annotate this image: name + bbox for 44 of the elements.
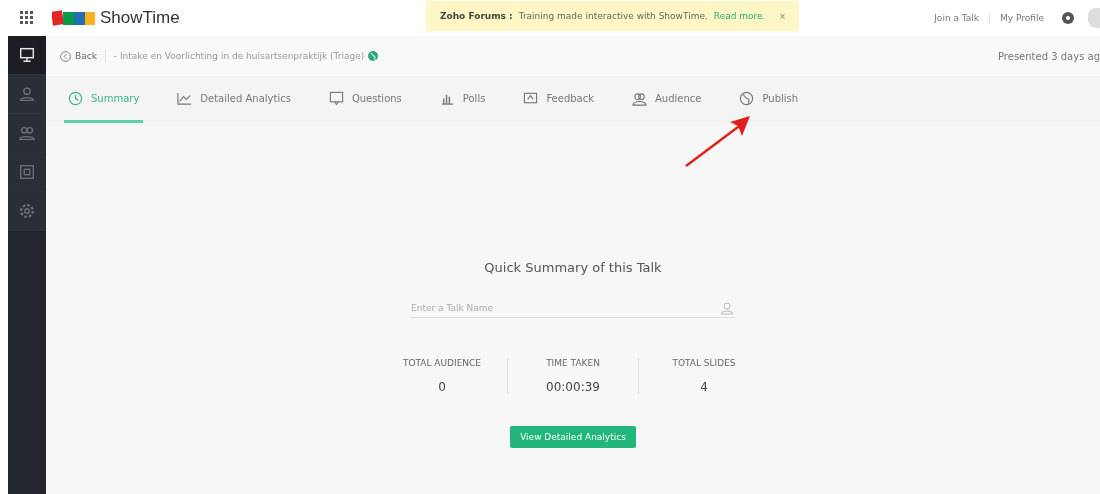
group-icon — [18, 124, 36, 142]
header-link[interactable]: My Profile — [989, 13, 1054, 23]
tab[interactable]: Detailed Analytics — [173, 76, 295, 123]
stat-value: 00:00:39 — [546, 380, 600, 394]
user-icon — [18, 85, 36, 103]
logo-icon — [52, 9, 96, 27]
back-icon — [60, 50, 71, 62]
stat-value: 4 — [700, 380, 708, 394]
tab[interactable]: Feedback — [519, 76, 598, 123]
stat-label: TOTAL AUDIENCE — [402, 358, 482, 368]
presentation-icon — [18, 46, 36, 64]
close-button[interactable]: × — [779, 10, 786, 22]
read-more-link[interactable]: Read more. — [713, 11, 766, 21]
tab[interactable]: Audience — [628, 76, 706, 123]
tab[interactable]: Publish — [735, 76, 803, 123]
frame-icon — [18, 163, 36, 181]
app-name: ShowTime — [100, 8, 181, 28]
settings-icon — [18, 202, 36, 220]
tab[interactable]: Summary — [64, 76, 144, 123]
tab[interactable]: Questions — [324, 76, 406, 123]
help-icon[interactable] — [1062, 12, 1074, 24]
sidebar-item[interactable] — [8, 36, 46, 75]
globe-icon — [368, 51, 379, 61]
header-link[interactable]: Join a Talk — [924, 13, 990, 23]
speech-bubble-icon — [328, 90, 344, 106]
stat-label: TOTAL SLIDES — [672, 358, 736, 368]
presented-status: Presented 3 days ag — [998, 50, 1100, 62]
tab[interactable]: Polls — [435, 76, 490, 123]
talk-name-field[interactable]: Enter a Talk Name — [411, 299, 719, 317]
view-analytics-button[interactable]: View Detailed Analytics — [510, 426, 636, 448]
user-icon — [719, 301, 735, 315]
line-chart-icon — [177, 90, 193, 106]
image-frame-icon — [523, 90, 539, 106]
group-icon — [632, 90, 647, 106]
stat-value: 0 — [438, 380, 446, 394]
back-button[interactable]: Back — [60, 50, 97, 62]
notice-text: Training made interactive with ShowTime. — [518, 11, 708, 21]
stat-label: TIME TAKEN — [546, 358, 600, 368]
clock-icon — [68, 90, 83, 106]
talk-title: - Intake en Voorlichting in de huisartsenpraktijk (Triage) — [113, 51, 365, 61]
summary-title: Quick Summary of this Talk — [484, 260, 662, 275]
apps-grid-icon[interactable] — [20, 11, 34, 25]
globe-icon — [739, 90, 755, 106]
notice-title: Zoho Forums : — [440, 11, 513, 21]
